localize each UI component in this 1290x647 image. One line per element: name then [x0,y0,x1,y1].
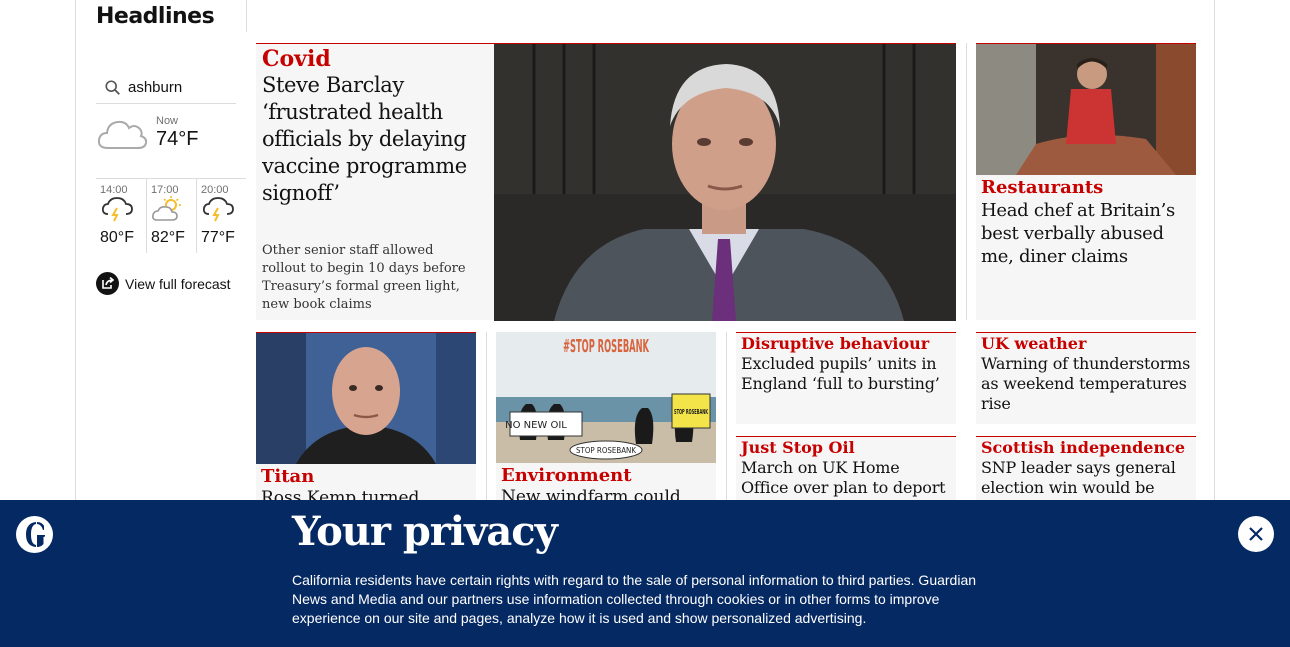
sign-no-new-oil: NO NEW OIL [505,420,567,431]
privacy-banner: Your privacy California residents have c… [0,500,1290,647]
external-link-icon [96,272,119,295]
forecast-temp: 80°F [100,229,134,246]
weather-location-input[interactable]: ashburn [96,72,236,104]
weather-forecast: 14:00 80°F 17:00 82°F 20:00 77°F [96,178,246,253]
thunderstorm-icon [202,197,234,222]
disruptive-behaviour-article-card[interactable]: Disruptive behaviour Excluded pupils’ un… [736,332,956,424]
view-full-forecast-link[interactable]: View full forecast [96,272,231,295]
column-divider [486,332,487,502]
close-icon [1249,527,1263,541]
privacy-title: Your privacy [292,508,558,555]
scottish-independence-kicker: Scottish independence [981,438,1186,457]
hero-text: Covid Steve Barclay ‘frustrated health o… [256,44,494,321]
environment-article-card[interactable]: #STOP ROSEBANK NO NEW OIL STOP ROSEBANK … [496,332,716,507]
section-title: Headlines [96,4,215,29]
hero-headline: Steve Barclay ‘frustrated health officia… [262,73,467,205]
restaurants-image [976,44,1196,175]
forecast-time: 17:00 [150,184,179,196]
now-label: Now [156,115,179,127]
hero-article-card[interactable]: Covid Steve Barclay ‘frustrated health o… [256,43,956,321]
restaurants-kicker: Restaurants [981,177,1104,198]
hero-standfirst: Other senior staff allowed rollout to be… [262,243,466,312]
forecast-time: 20:00 [200,184,229,196]
forecast-temp: 82°F [150,229,185,246]
uk-weather-article-card[interactable]: UK weather Warning of thunderstorms as w… [976,332,1196,424]
privacy-body: California residents have certain rights… [292,572,977,626]
sign-stop-rosebank-lower: STOP ROSEBANK [576,446,637,455]
title-divider [246,0,247,32]
just-stop-oil-article-card[interactable]: Just Stop Oil March on UK Home Office ov… [736,436,956,517]
forecast-item: 20:00 77°F [195,179,246,253]
forecast-item: 17:00 82°F [145,179,196,253]
column-divider [966,43,967,320]
cloud-icon [97,120,148,149]
titan-kicker: Titan [261,466,315,487]
environment-kicker: Environment [501,465,632,486]
search-icon [105,79,120,95]
page: Headlines ashburn Now 74°F 14:00 80°F 17… [0,0,1290,647]
sign-stop-rosebank: STOP ROSEBANK [674,408,708,416]
view-full-forecast-label: View full forecast [125,275,231,292]
restaurants-article-card[interactable]: Restaurants Head chef at Britain’s best … [976,43,1196,320]
weather-location: ashburn [128,79,183,96]
forecast-temp: 77°F [200,229,235,246]
scottish-independence-article-card[interactable]: Scottish independence SNP leader says ge… [976,436,1196,502]
guardian-logo [16,516,53,553]
hero-image [494,44,956,321]
thunderstorm-icon [101,197,133,222]
now-temperature: 74°F [156,128,199,150]
just-stop-oil-kicker: Just Stop Oil [741,438,855,457]
titan-article-card[interactable]: Titan Ross Kemp turned [256,332,476,508]
titan-image [256,333,476,464]
column-divider [726,332,727,502]
uk-weather-kicker: UK weather [981,334,1087,353]
protest-banner-line1: #STOP ROSEBANK [563,336,649,357]
weather-now: Now 74°F [96,112,236,172]
scottish-independence-headline: SNP leader says general election win wou… [981,458,1176,497]
disruptive-headline: Excluded pupils’ units in England ‘full … [741,354,940,393]
forecast-time: 14:00 [100,184,128,196]
restaurants-headline: Head chef at Britain’s best verbally abu… [981,200,1175,267]
environment-image: #STOP ROSEBANK NO NEW OIL STOP ROSEBANK … [496,332,716,463]
sun-cloud-icon [151,196,181,221]
disruptive-kicker: Disruptive behaviour [741,334,930,353]
hero-kicker: Covid [262,46,331,72]
forecast-item: 14:00 80°F [96,179,146,253]
uk-weather-headline: Warning of thunderstorms as weekend temp… [981,354,1191,413]
close-privacy-button[interactable] [1238,516,1274,552]
